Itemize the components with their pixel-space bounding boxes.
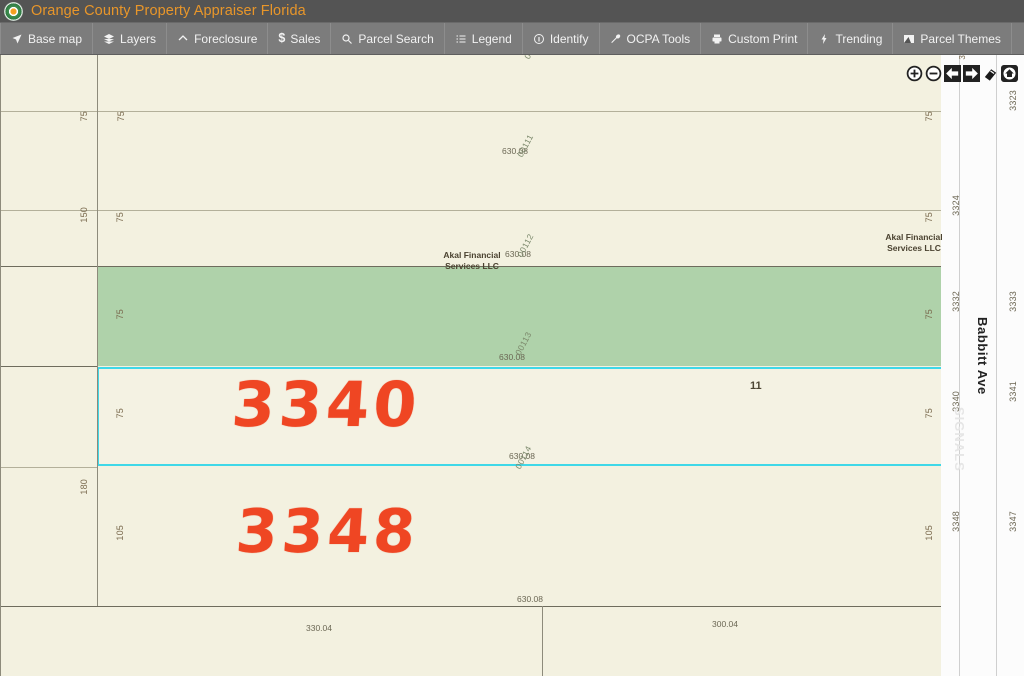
toolbar-label: Base map xyxy=(28,31,83,46)
info-icon xyxy=(533,33,545,45)
toolbar-item-parcel-search[interactable]: Parcel Search xyxy=(331,23,445,54)
toolbar-label: Sales xyxy=(290,31,321,46)
annotation-3340: 3340 xyxy=(229,368,424,441)
pin-icon xyxy=(11,33,23,45)
house-icon xyxy=(177,33,189,45)
toolbar-label: Parcel Search xyxy=(358,31,434,46)
depth-label: 75 xyxy=(115,212,125,223)
address-number: 3347 xyxy=(1008,511,1018,532)
owner-name-label: Akal Financial Services LLC xyxy=(443,250,501,271)
toolbar-label: Trending xyxy=(835,31,883,46)
address-number: 3332 xyxy=(951,291,961,312)
depth-label: 105 xyxy=(115,525,125,541)
parcel-boundary xyxy=(0,366,97,367)
map-controls xyxy=(906,65,1018,82)
address-number: 3348 xyxy=(951,511,961,532)
dimension-label: 330.04 xyxy=(306,623,332,633)
depth-label: 150 xyxy=(79,207,89,223)
toolbar-label: OCPA Tools xyxy=(626,31,691,46)
printer-icon xyxy=(711,33,723,45)
toolbar-label: Identify xyxy=(549,31,589,46)
application-window: Orange County Property Appraiser Florida… xyxy=(0,0,1024,676)
next-extent-icon[interactable] xyxy=(963,65,980,82)
toolbar-label: Layers xyxy=(120,31,157,46)
page-title: Orange County Property Appraiser Florida xyxy=(31,3,306,19)
toolbar-item-foreclosure[interactable]: Foreclosure xyxy=(167,23,269,54)
depth-label: 75 xyxy=(116,111,126,122)
toolbar-item-parcel-themes[interactable]: Parcel Themes xyxy=(893,23,1012,54)
depth-label: 75 xyxy=(924,309,934,320)
owner-name-label: Akal Financial Services LLC xyxy=(885,232,943,253)
toolbar-item-legend[interactable]: Legend xyxy=(445,23,523,54)
parcel-id-label: 00111 xyxy=(515,132,536,159)
lot-line xyxy=(0,55,1,676)
toolbar-label: Legend xyxy=(471,31,512,46)
lightning-icon xyxy=(818,33,830,45)
title-bar: Orange County Property Appraiser Florida xyxy=(0,0,1024,23)
depth-label: 105 xyxy=(924,525,934,541)
map-watermark: SIGNALS xyxy=(952,407,967,472)
toolbar-item-identify[interactable]: Identify xyxy=(523,23,600,54)
previous-extent-icon[interactable] xyxy=(944,65,961,82)
depth-label: 180 xyxy=(79,479,89,495)
map-canvas[interactable]: 630.08 630.08 630.08 630.08 630.08 330.0… xyxy=(0,55,1024,676)
dollar-icon: $ xyxy=(278,31,286,46)
lot-line xyxy=(97,55,98,606)
parcel-boundary xyxy=(0,606,942,607)
address-number: 3324 xyxy=(951,195,961,216)
parcel-boundary xyxy=(0,467,97,468)
address-number: 3323 xyxy=(1008,90,1018,111)
image-icon xyxy=(903,33,915,45)
depth-label: 75 xyxy=(115,408,125,419)
parcel-id-label: 00110 xyxy=(522,55,543,61)
county-seal-icon xyxy=(4,1,23,21)
search-icon xyxy=(341,33,353,45)
parcel-boundary xyxy=(0,111,942,112)
lot-line xyxy=(542,606,543,676)
layers-icon xyxy=(103,33,115,45)
address-number: 3333 xyxy=(1008,291,1018,312)
depth-label: 75 xyxy=(924,212,934,223)
depth-label: 75 xyxy=(924,111,934,122)
block-number-label: 11 xyxy=(750,380,762,392)
depth-label: 75 xyxy=(115,309,125,320)
annotation-3348: 3348 xyxy=(233,497,422,567)
toolbar-item-custom-print[interactable]: Custom Print xyxy=(701,23,809,54)
toolbar-item-sales[interactable]: $ Sales xyxy=(268,23,332,54)
toolbar-item-base-map[interactable]: Base map xyxy=(0,23,94,54)
list-icon xyxy=(455,33,467,45)
depth-label: 75 xyxy=(79,111,89,122)
eraser-icon[interactable] xyxy=(982,65,999,82)
zoom-in-icon[interactable] xyxy=(906,65,923,82)
dimension-label: 300.04 xyxy=(712,619,738,629)
depth-label: 75 xyxy=(924,408,934,419)
toolbar-label: Parcel Themes xyxy=(920,31,1001,46)
toolbar-item-trending[interactable]: Trending xyxy=(808,23,894,54)
street-name-label: Babbitt Ave xyxy=(975,317,990,395)
toolbar-label: Foreclosure xyxy=(194,31,258,46)
wrench-icon xyxy=(610,33,622,45)
address-number: 3341 xyxy=(1008,381,1018,402)
parcel-boundary xyxy=(0,210,942,211)
dimension-label: 630.08 xyxy=(517,594,543,604)
marker-label: 3 xyxy=(958,55,967,60)
home-icon[interactable] xyxy=(1001,65,1018,82)
main-toolbar: Base map Layers Foreclosure $ Sales Parc… xyxy=(0,23,1024,55)
toolbar-item-layers[interactable]: Layers xyxy=(93,23,168,54)
zoom-out-icon[interactable] xyxy=(925,65,942,82)
toolbar-label: Custom Print xyxy=(728,31,798,46)
toolbar-item-ocpa-tools[interactable]: OCPA Tools xyxy=(600,23,702,54)
